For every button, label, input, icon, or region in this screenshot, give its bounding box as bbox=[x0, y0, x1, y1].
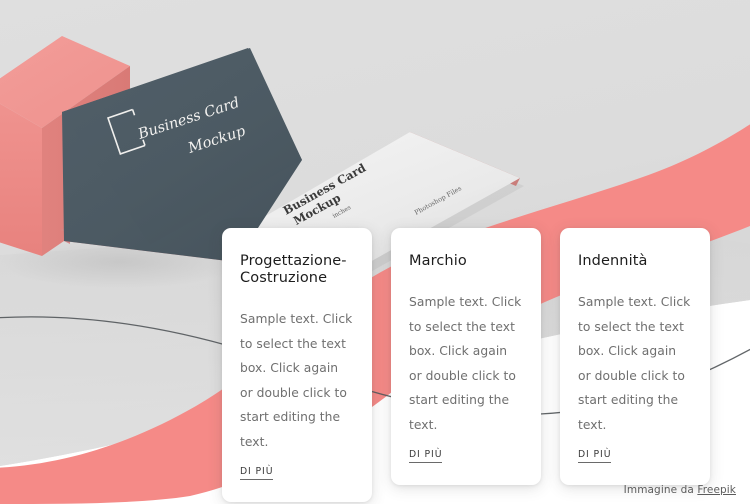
page-stage: Business Card Mockup inches Photoshop Fi… bbox=[0, 0, 750, 504]
image-attribution: Immagine da Freepik bbox=[624, 484, 736, 496]
card-body: Sample text. Click to select the text bo… bbox=[409, 295, 522, 432]
card-title: Progettazione-Costruzione bbox=[240, 253, 347, 286]
card-body: Sample text. Click to select the text bo… bbox=[578, 295, 691, 432]
feature-card-indennita[interactable]: Indennità Sample text. Click to select t… bbox=[560, 228, 710, 485]
feature-card-marchio[interactable]: Marchio Sample text. Click to select the… bbox=[391, 228, 541, 485]
feature-cards-row: Progettazione-Costruzione Sample text. C… bbox=[222, 228, 710, 502]
card-read-more-link[interactable]: DI PIÙ bbox=[240, 466, 274, 480]
card-read-more-link[interactable]: DI PIÙ bbox=[578, 449, 612, 463]
card-body: Sample text. Click to select the text bo… bbox=[240, 312, 353, 449]
card-read-more-link[interactable]: DI PIÙ bbox=[409, 449, 443, 463]
attribution-prefix: Immagine da bbox=[623, 484, 698, 496]
freepik-link[interactable]: Freepik bbox=[697, 484, 736, 496]
card-title: Marchio bbox=[409, 253, 467, 269]
card-title: Indennità bbox=[578, 253, 648, 269]
feature-card-progettazione-costruzione[interactable]: Progettazione-Costruzione Sample text. C… bbox=[222, 228, 372, 502]
